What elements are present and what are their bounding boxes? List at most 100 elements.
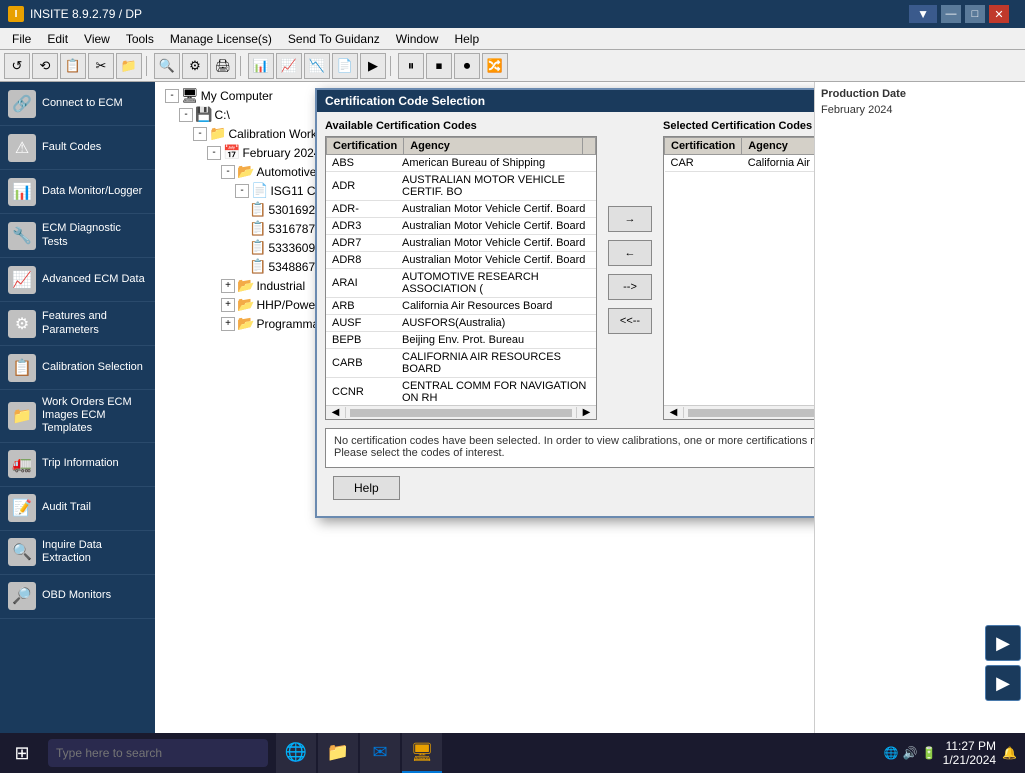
scroll-left-btn[interactable]: ◀ — [326, 407, 346, 418]
available-code-row[interactable]: ARAIAUTOMOTIVE RESEARCH ASSOCIATION ( — [326, 269, 596, 298]
expand-feb2024[interactable]: - — [207, 146, 221, 160]
sidebar-label-connect-to-ecm: Connect to ECM — [42, 97, 123, 110]
toolbar-btn-8[interactable]: 🖨 — [210, 53, 236, 79]
toolbar-btn-7[interactable]: ⚙ — [182, 53, 208, 79]
expand-progdatalink[interactable]: + — [221, 317, 235, 331]
toolbar-btn-2[interactable]: ⟲ — [32, 53, 58, 79]
move-left-button[interactable]: ← — [608, 240, 652, 266]
taskbar-app-mail[interactable]: ✉ — [360, 733, 400, 773]
sidebar-item-calibration[interactable]: 📋 Calibration Selection — [0, 346, 155, 390]
close-button[interactable]: ✕ — [989, 5, 1009, 23]
toolbar-btn-11[interactable]: 📉 — [304, 53, 330, 79]
toolbar-btn-16[interactable]: ⏺ — [454, 53, 480, 79]
selected-code-row[interactable]: CARCalifornia Air Resources Board — [665, 155, 816, 172]
expand-cdrive[interactable]: - — [179, 108, 193, 122]
help-button[interactable]: Help — [333, 476, 400, 500]
expand-automotive[interactable]: - — [221, 165, 235, 179]
sidebar-item-advanced-ecm[interactable]: 📈 Advanced ECM Data — [0, 258, 155, 302]
menu-window[interactable]: Window — [388, 30, 447, 48]
available-code-row[interactable]: CARBCALIFORNIA AIR RESOURCES BOARD — [326, 349, 596, 378]
toolbar-btn-6[interactable]: 🔍 — [154, 53, 180, 79]
menu-edit[interactable]: Edit — [39, 30, 76, 48]
sidebar-item-features-parameters[interactable]: ⚙ Features and Parameters — [0, 302, 155, 346]
toolbar-btn-4[interactable]: ✂ — [88, 53, 114, 79]
expand-industrial[interactable]: + — [221, 279, 235, 293]
sidebar-item-fault-codes[interactable]: ⚠ Fault Codes — [0, 126, 155, 170]
available-code-row[interactable]: ADR-Australian Motor Vehicle Certif. Boa… — [326, 201, 596, 218]
agency-cell: Australian Motor Vehicle Certif. Board — [396, 218, 596, 235]
maximize-button[interactable]: □ — [965, 5, 985, 23]
toolbar-btn-5[interactable]: 📁 — [116, 53, 142, 79]
expand-calworkspace[interactable]: - — [193, 127, 207, 141]
menu-send-to-guidanz[interactable]: Send To Guidanz — [280, 30, 388, 48]
toolbar-btn-12[interactable]: 📄 — [332, 53, 358, 79]
sidebar-label-obd-monitors: OBD Monitors — [42, 589, 111, 602]
available-code-row[interactable]: AUSFAUSFORS(Australia) — [326, 315, 596, 332]
menu-file[interactable]: File — [4, 30, 39, 48]
taskbar-search[interactable] — [48, 739, 268, 767]
agency-cell: Beijing Env. Prot. Bureau — [396, 332, 596, 349]
available-code-row[interactable]: CCNRCENTRAL COMM FOR NAVIGATION ON RH — [326, 378, 596, 406]
sel-scroll-left-btn[interactable]: ◀ — [664, 407, 684, 418]
sidebar-item-obd-monitors[interactable]: 🔎 OBD Monitors — [0, 575, 155, 619]
sidebar-item-trip-information[interactable]: 🚛 Trip Information — [0, 443, 155, 487]
toolbar-btn-17[interactable]: 🔀 — [482, 53, 508, 79]
available-code-row[interactable]: ADRAUSTRALIAN MOTOR VEHICLE CERTIF. BO — [326, 172, 596, 201]
sidebar-item-inquire-data[interactable]: 🔍 Inquire Data Extraction — [0, 531, 155, 575]
available-codes-scroll[interactable]: ABSAmerican Bureau of ShippingADRAUSTRAL… — [326, 155, 596, 405]
volume-icon: 🔊 — [903, 746, 918, 760]
menu-manage-license[interactable]: Manage License(s) — [162, 30, 280, 48]
certification-dialog: Certification Code Selection ✕ Available… — [315, 88, 815, 518]
agency-cell: AUTOMOTIVE RESEARCH ASSOCIATION ( — [396, 269, 596, 298]
horiz-scroll-available[interactable]: ◀ ▶ — [326, 405, 596, 419]
notifications-icon[interactable]: 🔔 — [1002, 746, 1017, 760]
taskbar-app-edge[interactable]: 🌐 — [276, 733, 316, 773]
tree-label-feb2024: February 2024 — [242, 146, 320, 160]
sidebar-label-advanced-ecm: Advanced ECM Data — [42, 273, 145, 286]
toolbar-btn-9[interactable]: 📊 — [248, 53, 274, 79]
horiz-scroll-selected[interactable]: ◀ ▶ — [664, 405, 815, 419]
dialog-title: Certification Code Selection — [325, 94, 485, 108]
sidebar-item-work-orders[interactable]: 📁 Work Orders ECM Images ECM Templates — [0, 390, 155, 443]
available-code-row[interactable]: ADR8Australian Motor Vehicle Certif. Boa… — [326, 252, 596, 269]
menu-bar: File Edit View Tools Manage License(s) S… — [0, 28, 1025, 50]
menu-help[interactable]: Help — [446, 30, 487, 48]
start-button[interactable]: ⊞ — [0, 733, 44, 773]
available-code-row[interactable]: ARBCalifornia Air Resources Board — [326, 298, 596, 315]
toolbar-btn-14[interactable]: ⏸ — [398, 53, 424, 79]
move-all-right-button[interactable]: --> — [608, 274, 652, 300]
menu-tools[interactable]: Tools — [118, 30, 162, 48]
available-codes-label: Available Certification Codes — [325, 120, 597, 132]
available-code-row[interactable]: ADR3Australian Motor Vehicle Certif. Boa… — [326, 218, 596, 235]
dropdown-arrow[interactable]: ▼ — [909, 5, 937, 23]
taskbar-app-insite[interactable]: 🖥 — [402, 733, 442, 773]
date-display: 1/21/2024 — [943, 753, 996, 767]
action-btn-2[interactable]: ▶ — [985, 665, 1021, 701]
toolbar-btn-13[interactable]: ▶ — [360, 53, 386, 79]
time-display: 11:27 PM — [943, 739, 996, 753]
available-code-row[interactable]: BEPBBeijing Env. Prot. Bureau — [326, 332, 596, 349]
available-code-row[interactable]: ABSAmerican Bureau of Shipping — [326, 155, 596, 172]
scroll-right-btn[interactable]: ▶ — [576, 407, 596, 418]
toolbar-btn-1[interactable]: ↺ — [4, 53, 30, 79]
expand-hhp[interactable]: + — [221, 298, 235, 312]
agency-cell: American Bureau of Shipping — [396, 155, 596, 172]
taskbar-app-explorer[interactable]: 📁 — [318, 733, 358, 773]
available-code-row[interactable]: ADR7Australian Motor Vehicle Certif. Boa… — [326, 235, 596, 252]
move-right-button[interactable]: → — [608, 206, 652, 232]
expand-isg11[interactable]: - — [235, 184, 249, 198]
menu-view[interactable]: View — [76, 30, 118, 48]
toolbar-btn-15[interactable]: ⏹ — [426, 53, 452, 79]
minimize-button[interactable]: — — [941, 5, 961, 23]
move-all-left-button[interactable]: <<-- — [608, 308, 652, 334]
toolbar-btn-10[interactable]: 📈 — [276, 53, 302, 79]
taskbar-system-icons: 🌐 🔊 🔋 — [884, 746, 937, 760]
sidebar-item-audit-trail[interactable]: 📝 Audit Trail — [0, 487, 155, 531]
sidebar-item-ecm-diagnostic[interactable]: 🔧 ECM Diagnostic Tests — [0, 214, 155, 258]
sidebar-item-data-monitor[interactable]: 📊 Data Monitor/Logger — [0, 170, 155, 214]
toolbar-btn-3[interactable]: 📋 — [60, 53, 86, 79]
action-buttons: ▶ ▶ — [981, 621, 1025, 705]
action-btn-1[interactable]: ▶ — [985, 625, 1021, 661]
expand-mycomputer[interactable]: - — [165, 89, 179, 103]
sidebar-item-connect-to-ecm[interactable]: 🔗 Connect to ECM — [0, 82, 155, 126]
